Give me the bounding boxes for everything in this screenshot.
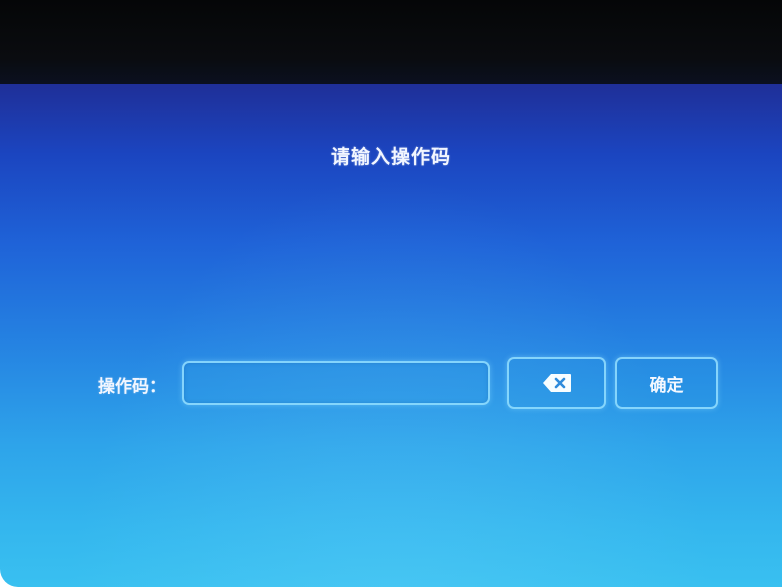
monitor-bezel [0, 0, 782, 84]
confirm-button[interactable]: 确定 [615, 357, 718, 409]
backspace-button[interactable] [507, 357, 606, 409]
login-screen: 请输入操作码 操作码： 确定 [0, 84, 782, 587]
screen-frame: 请输入操作码 操作码： 确定 [0, 0, 782, 587]
backspace-icon [542, 373, 572, 393]
page-title: 请输入操作码 [330, 146, 451, 168]
operation-code-input[interactable] [182, 361, 490, 405]
operation-code-label: 操作码： [98, 377, 166, 397]
